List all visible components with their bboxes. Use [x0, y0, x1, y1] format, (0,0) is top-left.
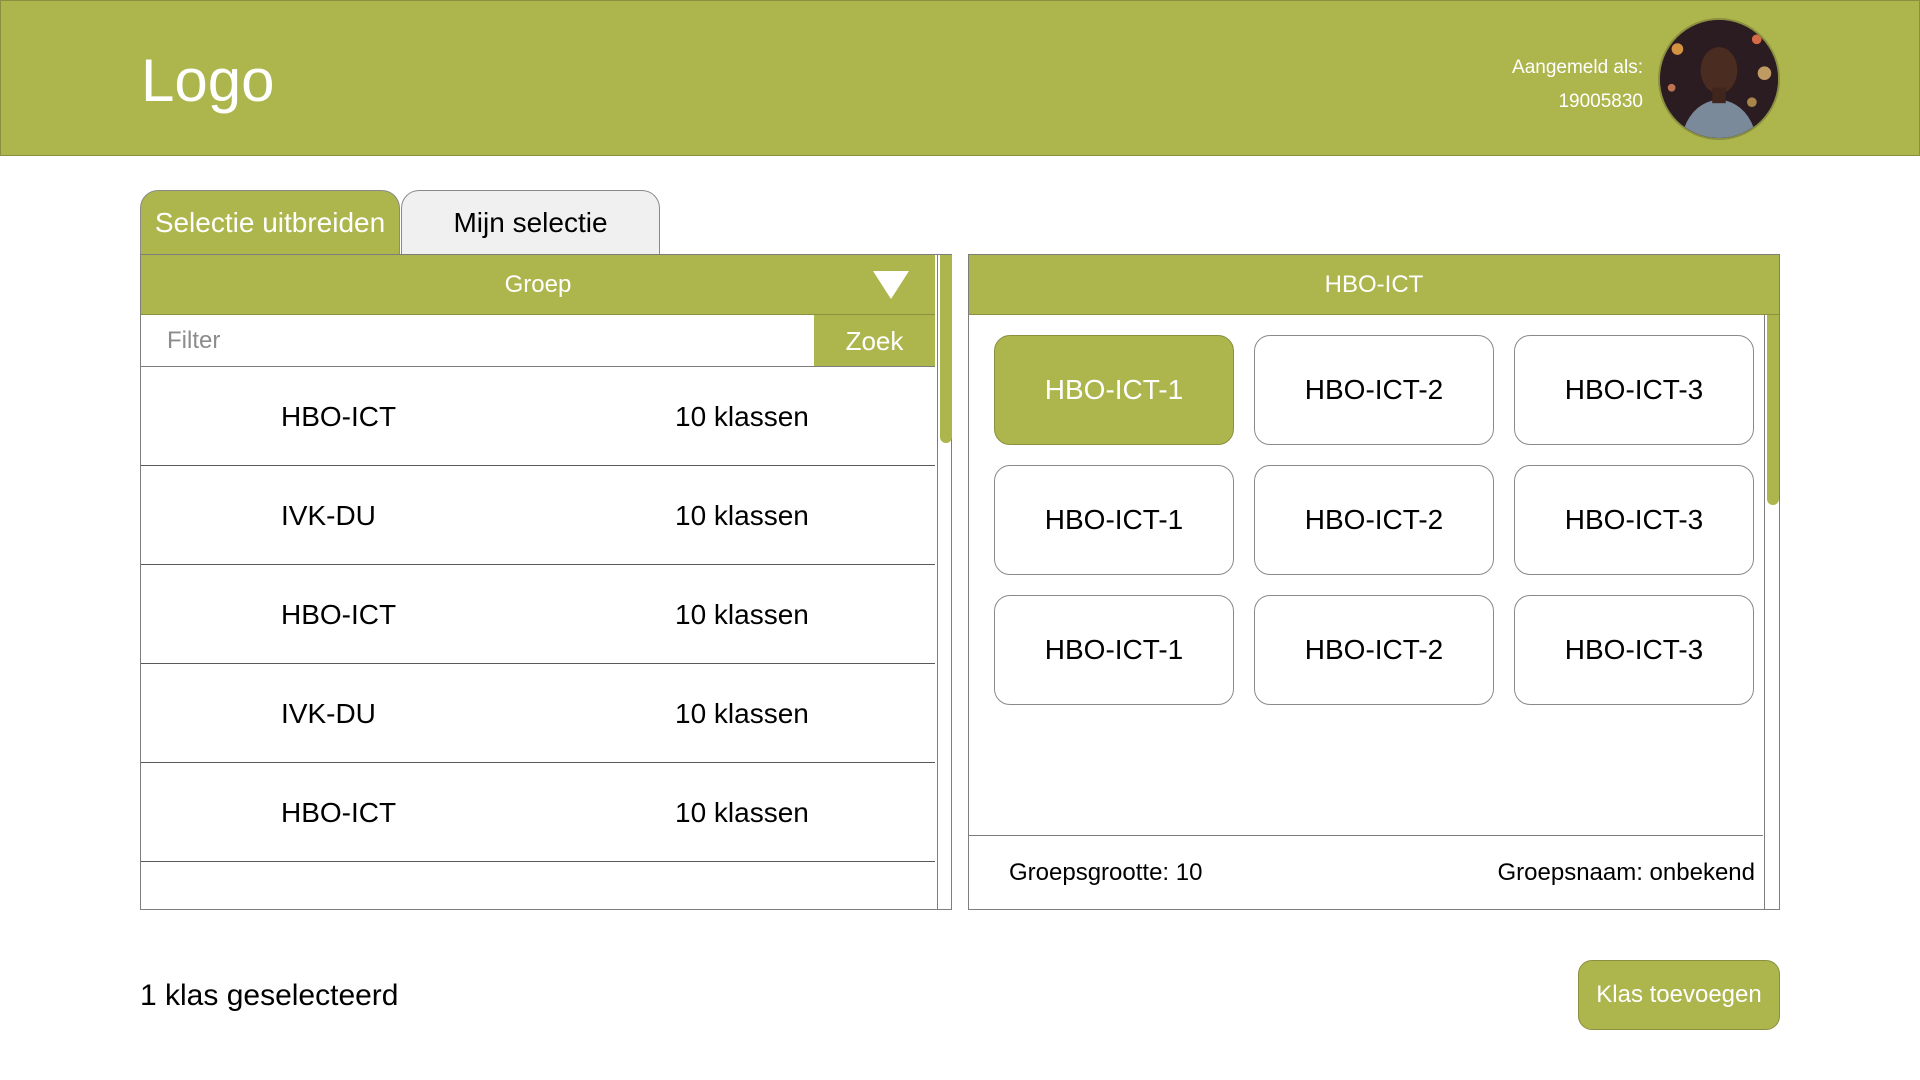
group-count: 10 klassen — [675, 797, 809, 828]
class-tile[interactable]: HBO-ICT-3 — [1514, 595, 1754, 705]
group-count: 10 klassen — [675, 698, 809, 729]
selection-status: 1 klas geselecteerd — [140, 979, 399, 1012]
class-tile[interactable]: HBO-ICT-3 — [1514, 465, 1754, 575]
class-tile[interactable]: HBO-ICT-1 — [994, 335, 1234, 445]
group-list: HBO-ICT 10 klassen IVK-DU 10 klassen HBO… — [141, 367, 935, 862]
avatar-photo — [1660, 20, 1778, 138]
class-tile[interactable]: HBO-ICT-2 — [1254, 465, 1494, 575]
group-dropdown-label: Groep — [504, 271, 572, 298]
group-count: 10 klassen — [675, 401, 809, 432]
group-name: HBO-ICT — [281, 401, 397, 432]
group-row[interactable]: IVK-DU 10 klassen — [141, 664, 935, 763]
tab-selectie-uitbreiden[interactable]: Selectie uitbreiden — [140, 190, 400, 254]
scroll-thumb[interactable] — [940, 255, 952, 443]
group-list-scrollbar[interactable] — [937, 255, 952, 909]
triangle-down-icon[interactable] — [873, 271, 909, 299]
user-info: Aangemeld als: 19005830 — [1512, 51, 1643, 119]
group-count: 10 klassen — [675, 500, 809, 531]
class-panel-footer: Groepsgrootte: 10 Groepsnaam: onbekend — [969, 835, 1763, 909]
group-count: 10 klassen — [675, 599, 809, 630]
group-panel: Groep Zoek HBO-ICT 10 klassen IVK-DU 10 … — [140, 254, 952, 910]
group-name: HBO-ICT — [281, 599, 397, 630]
class-panel-title: HBO-ICT — [969, 255, 1779, 315]
class-panel-scrollbar[interactable] — [1764, 315, 1779, 909]
group-name-info: Groepsnaam: onbekend — [1497, 859, 1755, 886]
class-tile[interactable]: HBO-ICT-2 — [1254, 595, 1494, 705]
class-tile[interactable]: HBO-ICT-3 — [1514, 335, 1754, 445]
logged-in-label: Aangemeld als: — [1512, 57, 1643, 78]
group-name: IVK-DU — [281, 500, 376, 531]
app-header: Logo Aangemeld als: 19005830 — [0, 0, 1920, 156]
search-button[interactable]: Zoek — [814, 315, 935, 367]
scroll-thumb[interactable] — [1767, 315, 1779, 505]
add-class-button[interactable]: Klas toevoegen — [1578, 960, 1780, 1030]
group-size: Groepsgrootte: 10 — [1009, 859, 1203, 886]
class-tile[interactable]: HBO-ICT-1 — [994, 595, 1234, 705]
avatar[interactable] — [1658, 18, 1780, 140]
group-row[interactable]: IVK-DU 10 klassen — [141, 466, 935, 565]
group-dropdown[interactable]: Groep — [141, 255, 935, 315]
logo[interactable]: Logo — [141, 41, 274, 121]
class-panel: HBO-ICT HBO-ICT-1 HBO-ICT-2 HBO-ICT-3 HB… — [968, 254, 1780, 910]
tab-mijn-selectie[interactable]: Mijn selectie — [401, 190, 660, 254]
group-name: HBO-ICT — [281, 797, 397, 828]
group-name: IVK-DU — [281, 698, 376, 729]
class-tile[interactable]: HBO-ICT-2 — [1254, 335, 1494, 445]
user-id: 19005830 — [1558, 91, 1643, 112]
group-row[interactable]: HBO-ICT 10 klassen — [141, 367, 935, 466]
filter-input[interactable] — [141, 315, 814, 367]
group-row[interactable]: HBO-ICT 10 klassen — [141, 763, 935, 862]
class-tile[interactable]: HBO-ICT-1 — [994, 465, 1234, 575]
group-row[interactable]: HBO-ICT 10 klassen — [141, 565, 935, 664]
